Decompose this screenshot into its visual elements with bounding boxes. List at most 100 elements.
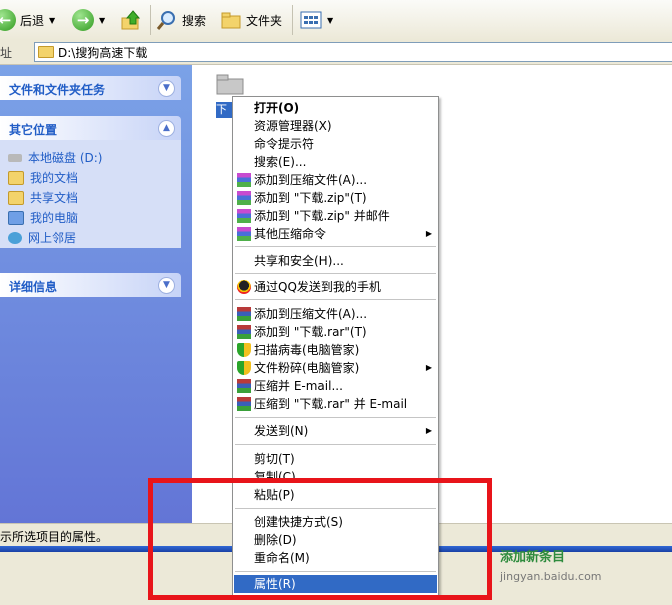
forward-dropdown-icon[interactable]: ▼ [99,16,105,25]
menu-item-explorer[interactable]: 资源管理器(X) [234,117,437,135]
link-label: 我的电脑 [30,211,79,225]
menu-item-cut[interactable]: 剪切(T) [234,450,437,468]
menu-item-compress-rar-email[interactable]: 压缩到 "下载.rar" 并 E-mail [234,395,437,413]
menu-item-share-security[interactable]: 共享和安全(H)... [234,252,437,270]
views-button[interactable]: ▼ [300,6,333,34]
back-label: 后退 [20,13,45,28]
other-places-panel: 本地磁盘 (D:) 我的文档 共享文档 我的电脑 网上邻居 [0,140,181,248]
shield-icon [237,343,251,357]
toolbar: ← 后退 ▼ → ▼ 搜索 文件夹 ▼ [0,0,672,41]
watermark: 添加新条目 jingyan.baidu.com [500,546,670,586]
menu-item-label: 添加到 "下载.rar"(T) [254,325,367,339]
menu-item-label: 扫描病毒(电脑管家) [254,343,360,357]
menu-item-label: 添加到压缩文件(A)... [254,173,368,187]
menu-item-add-zip[interactable]: 添加到 "下载.zip"(T) [234,189,437,207]
status-text: 示所选项目的属性。 [0,530,109,544]
qq-penguin-icon [237,280,251,294]
menu-item-add-zip-mail[interactable]: 添加到 "下载.zip" 并邮件 [234,207,437,225]
views-dropdown-icon[interactable]: ▼ [327,16,333,25]
submenu-arrow-icon: ▶ [425,426,432,435]
tasks-panel-header[interactable]: 文件和文件夹任务 ▼ [0,76,181,100]
menu-item-label: 通过QQ发送到我的手机 [254,280,381,294]
menu-item-label: 其他压缩命令 [254,227,327,241]
folders-button[interactable]: 文件夹 [220,6,282,34]
address-path: D:\搜狗高速下载 [58,45,148,60]
menu-item-cmd[interactable]: 命令提示符 [234,135,437,153]
other-places-header[interactable]: 其它位置 ▲ [0,116,181,140]
hard-disk-icon [8,153,22,162]
details-panel-header[interactable]: 详细信息 ▼ [0,273,181,297]
address-label: 址 [0,46,13,60]
link-network-places[interactable]: 网上邻居 [8,229,76,246]
search-button[interactable]: 搜索 [156,6,206,34]
winzip-icon [237,227,251,241]
submenu-arrow-icon: ▶ [425,363,432,372]
menu-separator [235,246,436,247]
address-bar: 址 D:\搜狗高速下载 [0,40,672,65]
back-button[interactable]: ← 后退 ▼ [0,6,55,34]
link-shared-documents[interactable]: 共享文档 [8,189,78,206]
details-panel-title: 详细信息 [9,280,58,294]
shield-icon [237,361,251,375]
up-button[interactable] [120,6,142,34]
my-computer-icon [8,210,24,225]
folders-label: 文件夹 [246,13,283,28]
link-label: 共享文档 [30,191,79,205]
menu-item-label: 发送到(N) [254,424,309,438]
link-my-computer[interactable]: 我的电脑 [8,209,78,226]
menu-item-send-to[interactable]: 发送到(N) ▶ [234,422,437,440]
menu-item-label: 压缩到 "下载.rar" 并 E-mail [254,397,408,411]
expand-chevron-icon[interactable]: ▼ [158,80,175,97]
winrar-icon [237,325,251,339]
forward-button[interactable]: → ▼ [72,6,105,34]
link-label: 网上邻居 [28,231,77,245]
address-input[interactable]: D:\搜狗高速下载 [34,42,672,62]
other-places-title: 其它位置 [9,123,58,137]
menu-separator [235,273,436,274]
winzip-icon [237,209,251,223]
folder-icon[interactable] [216,73,244,95]
network-places-icon [8,231,22,244]
back-arrow-icon: ← [0,9,16,31]
toolbar-separator [150,5,151,35]
watermark-url: jingyan.baidu.com [500,570,602,583]
menu-item-search[interactable]: 搜索(E)... [234,153,437,171]
up-folder-icon [121,10,141,30]
link-my-documents[interactable]: 我的文档 [8,169,78,186]
menu-item-open[interactable]: 打开(O) [234,99,437,117]
selected-folder-label[interactable]: 下 [216,102,232,118]
menu-item-label: 文件粉碎(电脑管家) [254,361,360,375]
submenu-arrow-icon: ▶ [425,229,432,238]
menu-item-label: 添加到压缩文件(A)... [254,307,368,321]
task-pane: 文件和文件夹任务 ▼ 其它位置 ▲ 本地磁盘 (D:) 我的文档 共享文档 我的… [0,65,192,523]
folders-icon [221,12,241,29]
shared-documents-icon [8,190,24,205]
menu-item-other-compress[interactable]: 其他压缩命令 ▶ [234,225,437,243]
menu-item-add-rar[interactable]: 添加到 "下载.rar"(T) [234,323,437,341]
menu-item-label: 剪切(T) [254,452,295,466]
link-label: 我的文档 [30,171,79,185]
folder-icon [38,46,54,58]
expand-chevron-icon[interactable]: ▼ [158,277,175,294]
menu-item-shred[interactable]: 文件粉碎(电脑管家) ▶ [234,359,437,377]
menu-item-label: 命令提示符 [254,137,315,151]
menu-item-scan-virus[interactable]: 扫描病毒(电脑管家) [234,341,437,359]
tasks-panel-title: 文件和文件夹任务 [9,83,106,97]
menu-item-label: 添加到 "下载.zip" 并邮件 [254,209,390,223]
menu-item-label: 搜索(E)... [254,155,307,169]
winzip-icon [237,191,251,205]
menu-item-label: 共享和安全(H)... [254,254,344,268]
back-dropdown-icon[interactable]: ▼ [49,16,55,25]
menu-separator [235,444,436,445]
menu-item-label: 压缩并 E-mail... [254,379,343,393]
watermark-text: 添加新条目 [500,550,566,565]
menu-item-compress-email[interactable]: 压缩并 E-mail... [234,377,437,395]
search-icon [156,11,175,30]
link-local-disk[interactable]: 本地磁盘 (D:) [8,149,102,166]
winrar-icon [237,379,251,393]
menu-item-add-archive-rar[interactable]: 添加到压缩文件(A)... [234,305,437,323]
menu-item-qq-send[interactable]: 通过QQ发送到我的手机 [234,278,437,296]
collapse-chevron-icon[interactable]: ▲ [158,120,175,137]
menu-separator [235,417,436,418]
menu-item-add-archive-zip[interactable]: 添加到压缩文件(A)... [234,171,437,189]
